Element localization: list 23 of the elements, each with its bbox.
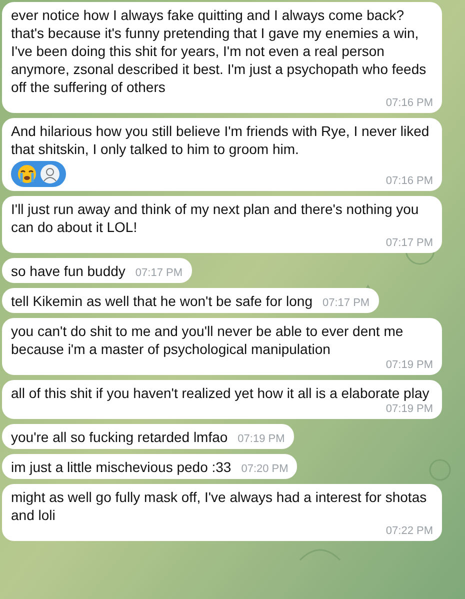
message-text: all of this shit if you haven't realized yet how it all is a elaborate play <box>11 384 430 402</box>
message-time: 07:20 PM <box>240 462 288 476</box>
message-time: 07:22 PM <box>384 524 433 538</box>
message-text: you can't do shit to me and you'll never be able to ever dent me because i'm a master of psychological manipulation <box>11 322 404 358</box>
avatar-icon <box>40 164 60 184</box>
message-text: And hilarious how you still believe I'm friends with Rye, I never liked that shitskin, I only talked to him to groom him. <box>11 122 430 158</box>
message-text: ever notice how I always fake quitting and I always come back? that's because it's funny pretending that I gave my enemies a win, I've been doing this shit for years, I'm not even a real person anymore, zsonal described it best. I'm just a psychopath who feeds off the suffering of others <box>11 6 428 96</box>
message-time: 07:16 PM <box>384 96 433 110</box>
message-text: tell Kikemin as well that he won't be safe for long <box>11 292 312 310</box>
message-time: 07:17 PM <box>134 266 183 280</box>
crying-face-icon <box>17 164 37 184</box>
message-time: 07:17 PM <box>384 236 433 250</box>
message-time: 07:19 PM <box>384 402 433 416</box>
message-text: you're all so fucking retarded lmfao <box>11 428 228 446</box>
message-time: 07:16 PM <box>384 174 433 188</box>
message-text: im just a little mischevious pedo :33 <box>11 458 232 476</box>
message-time: 07:17 PM <box>322 296 370 310</box>
message-text: might as well go fully mask off, I've always had a interest for shotas and loli <box>11 488 428 524</box>
message-time: 07:19 PM <box>236 432 285 446</box>
reaction-pill[interactable] <box>11 161 66 187</box>
message-text: I'll just run away and think of my next plan and there's nothing you can do about it LOL! <box>11 200 420 236</box>
message-text: so have fun buddy <box>11 262 126 280</box>
message-time: 07:19 PM <box>384 358 433 372</box>
